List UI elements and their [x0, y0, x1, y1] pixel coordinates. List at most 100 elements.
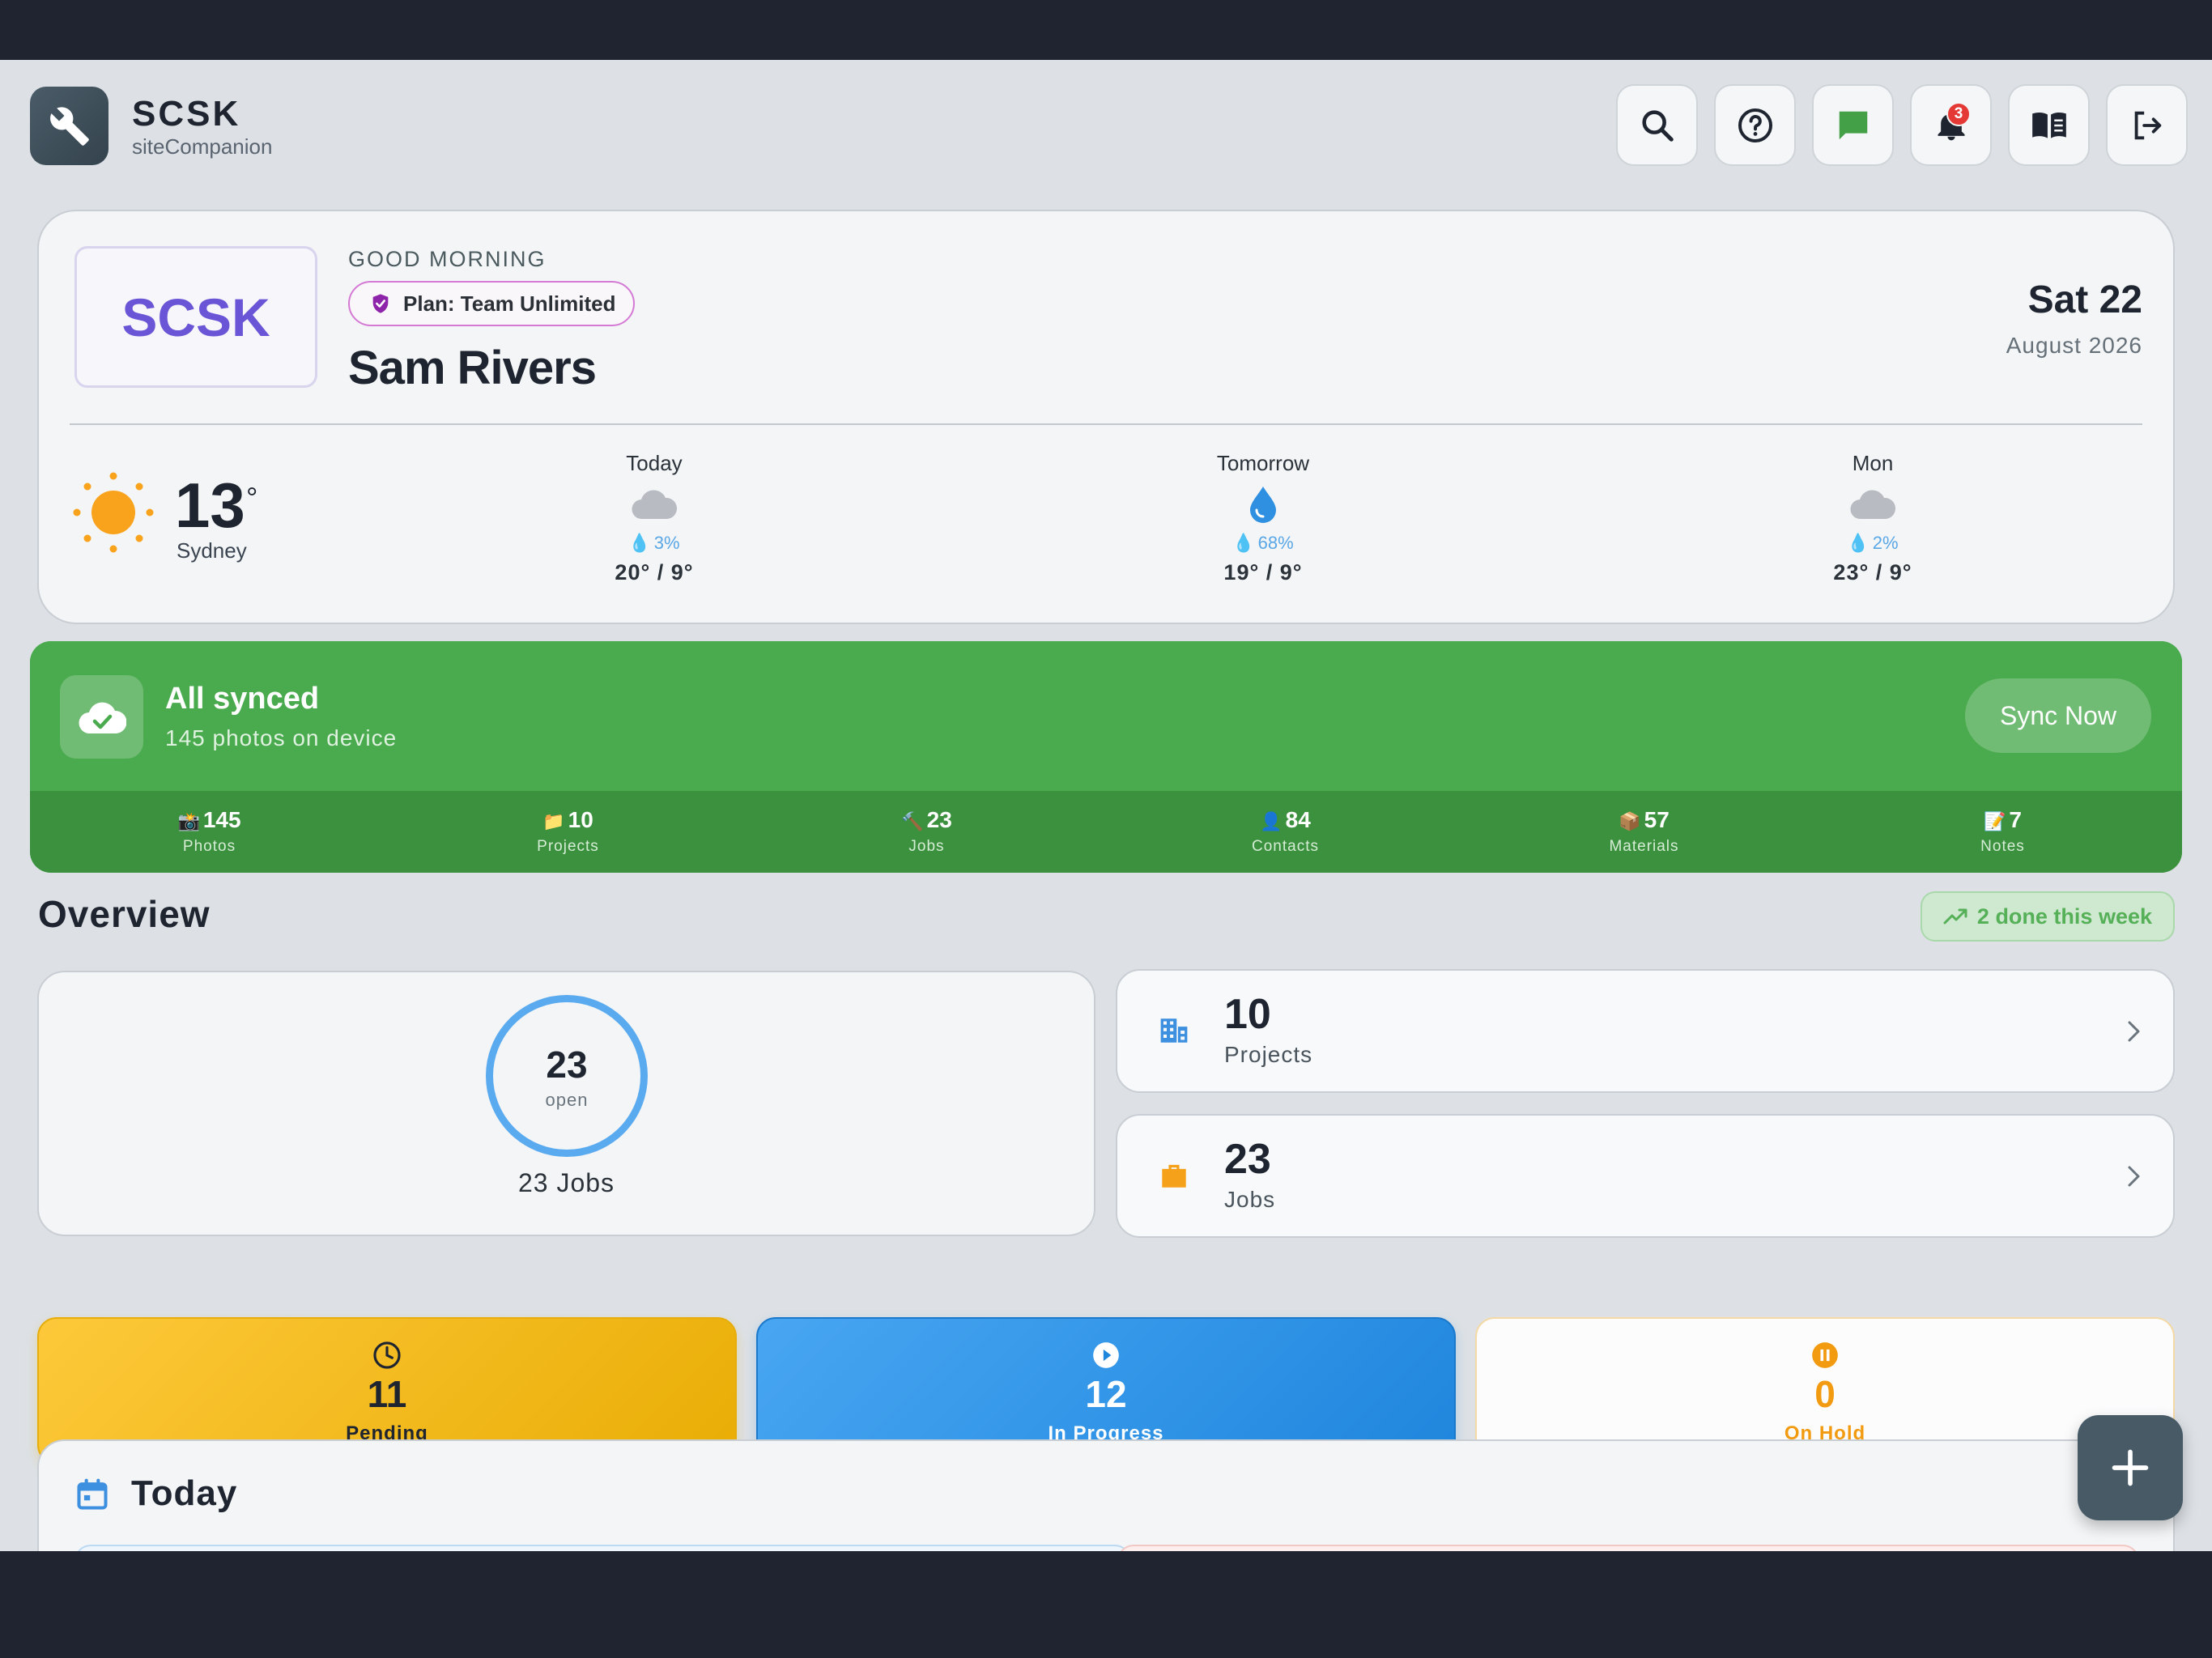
forecast-day: Tomorrow: [1216, 451, 1310, 475]
search-button[interactable]: [1616, 84, 1698, 166]
play-circle-icon: [1093, 1342, 1119, 1368]
cloud-check-icon: [60, 675, 143, 759]
pending-count: 11: [367, 1373, 407, 1415]
building-icon: [1160, 1018, 1188, 1043]
folder-icon: 📁: [542, 811, 565, 831]
stat-contacts[interactable]: 👤 84 Contacts: [1106, 791, 1465, 873]
header-actions: 3: [1616, 84, 2188, 166]
logout-button[interactable]: [2106, 84, 2188, 166]
stat-photos[interactable]: 📸 145 Photos: [30, 791, 389, 873]
open-jobs-ring: 23 open: [486, 995, 648, 1157]
open-jobs-count: 23: [546, 1044, 588, 1086]
calendar-icon: [77, 1478, 108, 1510]
search-icon: [1641, 109, 1674, 142]
stat-notes[interactable]: 📝 7 Notes: [1823, 791, 2182, 873]
cloud-icon: [632, 490, 678, 520]
plus-icon: [2112, 1449, 2149, 1486]
jobs-caption: 23 Jobs: [517, 1168, 615, 1197]
app-logo[interactable]: [30, 87, 108, 165]
current-temperature: 13: [175, 470, 245, 541]
forecast-tomorrow: Tomorrow 💧 68% 19° / 9°: [1166, 451, 1360, 585]
rain-chance: 2%: [1872, 533, 1899, 553]
clock-icon: [373, 1341, 401, 1369]
overview-heading: Overview: [38, 893, 211, 935]
weekly-done-pill[interactable]: 2 done this week: [1920, 891, 2175, 942]
sync-stats: 📸 145 Photos 📁 10 Projects 🔨 23 Jobs 👤 84 Co…: [30, 791, 2182, 873]
raindrop-icon: [1250, 487, 1276, 523]
welcome-card: SCSK GOOD MORNING Plan: Team Unlimited S…: [37, 210, 2175, 624]
weekly-done-label: 2 done this week: [1976, 903, 2152, 929]
organization-logo: SCSK: [74, 246, 317, 388]
forecast-day: Today: [626, 451, 683, 475]
pause-circle-icon: [1812, 1342, 1838, 1368]
help-button[interactable]: [1714, 84, 1796, 166]
forecast-today: Today 💧 3% 20° / 9°: [557, 451, 751, 585]
package-icon: 📦: [1619, 811, 1641, 831]
device-status-bar: [0, 0, 2212, 60]
briefcase-icon: [1162, 1164, 1186, 1188]
jobs-summary-card[interactable]: 23 Jobs: [1116, 1114, 2175, 1238]
chevron-right-icon: [2128, 1021, 2140, 1042]
rain-chance: 3%: [653, 533, 680, 553]
chevron-right-icon: [2128, 1166, 2140, 1187]
current-month-year: August 2026: [2006, 333, 2142, 358]
forecast-day: Mon: [1852, 451, 1894, 475]
projects-summary-card[interactable]: 10 Projects: [1116, 969, 2175, 1093]
notification-count-badge: 3: [1946, 102, 1971, 126]
camera-icon: 📸: [177, 811, 200, 831]
app-screen: SCSK siteCompanion 3 SCSK GOOD MORNING P…: [0, 60, 2212, 1551]
device-nav-bar: [0, 1596, 2212, 1658]
sync-card: All synced 145 photos on device Sync Now…: [30, 641, 2182, 873]
sync-status-title: All synced: [165, 682, 320, 716]
app-subtitle: siteCompanion: [132, 134, 273, 159]
stat-jobs[interactable]: 🔨 23 Jobs: [747, 791, 1106, 873]
wrench-icon: [49, 106, 89, 146]
hammer-icon: 🔨: [901, 811, 924, 831]
person-icon: 👤: [1260, 811, 1283, 831]
shield-check-icon: [372, 294, 389, 313]
logout-icon: [2134, 111, 2161, 139]
trending-up-icon: [1943, 908, 1967, 925]
projects-label: Projects: [1224, 1042, 1313, 1067]
app-title: SCSK: [132, 94, 241, 134]
plan-badge[interactable]: Plan: Team Unlimited: [348, 281, 636, 326]
today-item-card[interactable]: [1117, 1545, 2139, 1551]
current-date: Sat 22: [2027, 278, 2142, 321]
raindrop-icon: 💧: [1232, 533, 1255, 553]
notifications-button[interactable]: 3: [1910, 84, 1992, 166]
stat-projects[interactable]: 📁 10 Projects: [389, 791, 747, 873]
today-heading: Today: [131, 1473, 238, 1513]
messages-button[interactable]: [1812, 84, 1894, 166]
jobs-count: 23: [1224, 1136, 1271, 1183]
today-item-card[interactable]: [74, 1545, 1131, 1551]
forecast-mon: Mon 💧 2% 23° / 9°: [1776, 451, 1970, 585]
raindrop-icon: 💧: [1847, 533, 1870, 553]
stat-materials[interactable]: 📦 57 Materials: [1465, 791, 1823, 873]
temperature-range: 20° / 9°: [615, 560, 694, 585]
book-icon: [2031, 112, 2066, 138]
raindrop-icon: 💧: [628, 533, 651, 553]
in-progress-count: 12: [1085, 1373, 1127, 1415]
greeting-text: GOOD MORNING: [348, 247, 547, 271]
sun-icon: [73, 472, 154, 553]
cloud-icon: [1850, 490, 1896, 520]
chat-icon: [1839, 111, 1867, 139]
degree-symbol: °: [246, 481, 258, 514]
on-hold-count: 0: [1814, 1373, 1836, 1415]
sync-status-subtitle: 145 photos on device: [165, 725, 398, 750]
projects-count: 10: [1224, 991, 1271, 1038]
memo-icon: 📝: [1984, 811, 2006, 831]
card-divider: [70, 423, 2142, 425]
today-card: Today: [37, 1439, 2175, 1551]
rain-chance: 68%: [1257, 533, 1294, 553]
jobs-label: Jobs: [1224, 1187, 1276, 1212]
temperature-range: 19° / 9°: [1223, 560, 1303, 585]
help-icon: [1738, 108, 1772, 142]
user-name: Sam Rivers: [348, 342, 597, 394]
guide-button[interactable]: [2008, 84, 2090, 166]
add-button[interactable]: [2078, 1415, 2183, 1520]
sync-now-button[interactable]: Sync Now: [1965, 678, 2151, 753]
open-jobs-card[interactable]: 23 open 23 Jobs: [37, 971, 1095, 1236]
weather-city: Sydney: [177, 538, 247, 563]
open-jobs-label: open: [545, 1090, 589, 1110]
